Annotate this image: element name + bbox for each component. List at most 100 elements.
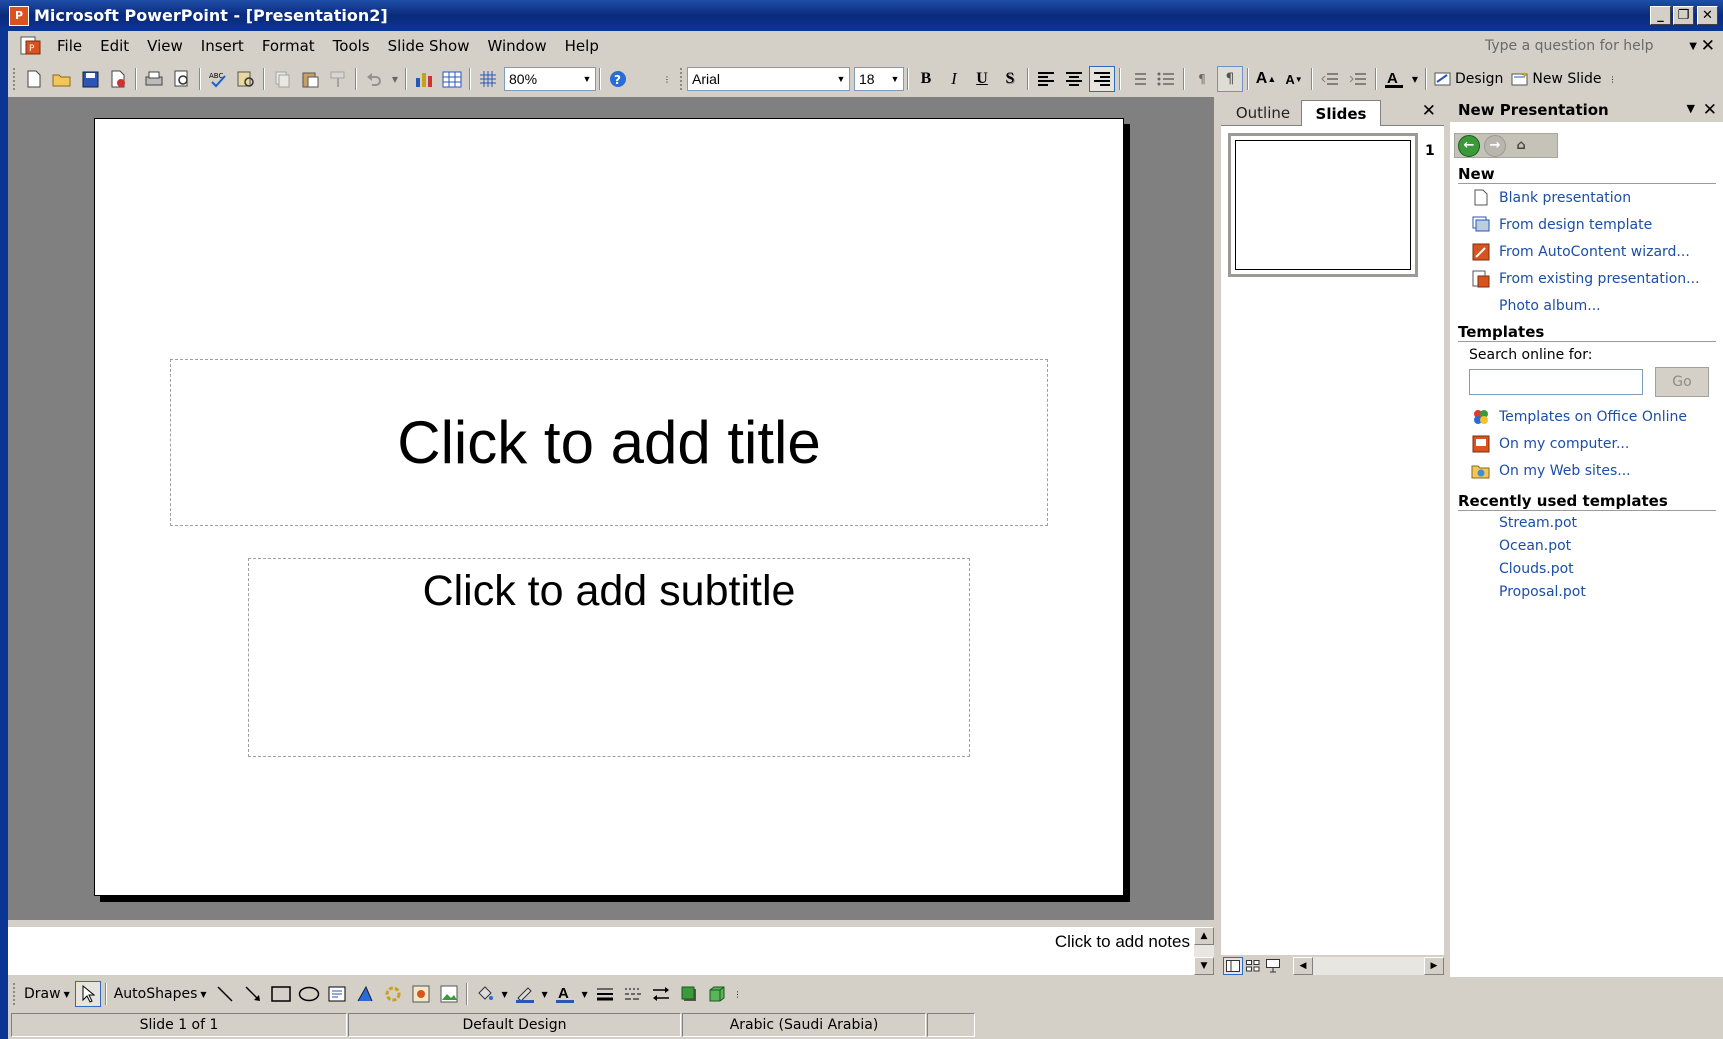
help-search-input[interactable]: Type a question for help ▼ [1485,35,1697,57]
home-icon[interactable]: ⌂ [1510,135,1532,157]
slide-show-view-icon[interactable] [1263,957,1283,975]
photo-album-link[interactable]: Photo album... [1470,292,1723,319]
document-control-icon[interactable]: P [18,35,42,57]
close-document-button[interactable]: ✕ [1701,36,1715,56]
autocontent-wizard-link[interactable]: From AutoContent wizard... [1470,238,1723,265]
existing-presentation-link[interactable]: From existing presentation... [1470,265,1723,292]
menu-slide-show[interactable]: Slide Show [379,37,479,55]
menu-tools[interactable]: Tools [324,37,379,55]
insert-table-icon[interactable] [439,66,465,92]
help-icon[interactable]: ? [605,66,631,92]
line-color-icon[interactable] [512,981,538,1007]
menu-help[interactable]: Help [556,37,608,55]
toolbar-grip[interactable] [680,68,684,90]
notes-splitter[interactable] [8,920,1214,927]
undo-dropdown-icon[interactable]: ▼ [389,66,401,92]
slide-sorter-view-icon[interactable] [1243,957,1263,975]
insert-picture-icon[interactable] [436,981,462,1007]
toolbar-grip[interactable] [13,983,17,1005]
blank-presentation-link[interactable]: Blank presentation [1470,184,1723,211]
recent-template-link[interactable]: Clouds.pot [1499,557,1723,580]
new-slide-button[interactable]: ✦ New Slide [1507,66,1605,92]
line-icon[interactable] [212,981,238,1007]
horizontal-scrollbar[interactable]: ◀ ▶ [1293,957,1444,975]
select-objects-icon[interactable] [74,981,101,1007]
arrow-style-icon[interactable] [648,981,674,1007]
scroll-left-icon[interactable]: ◀ [1293,957,1313,975]
pane-splitter[interactable] [1214,97,1221,977]
toolbar-grip[interactable] [13,68,17,90]
design-template-link[interactable]: From design template [1470,211,1723,238]
toolbar-options-icon[interactable]: ⋮ [1607,66,1619,92]
minimize-button[interactable]: _ [1650,6,1671,25]
notes-scrollbar[interactable]: ▲ ▼ [1194,927,1214,975]
notes-pane[interactable]: Click to add notes ▲ ▼ [8,927,1214,975]
grid-icon[interactable] [475,66,501,92]
fill-color-dropdown-icon[interactable]: ▼ [500,981,510,1007]
slide-canvas[interactable]: Click to add title Click to add subtitle [94,118,1124,896]
go-button[interactable]: Go [1655,367,1709,397]
menu-format[interactable]: Format [253,37,324,55]
decrease-indent-icon[interactable] [1317,66,1343,92]
save-icon[interactable] [77,66,103,92]
chevron-down-icon[interactable]: ▼ [1687,102,1695,115]
menu-edit[interactable]: Edit [91,37,138,55]
new-icon[interactable] [21,66,47,92]
diagram-icon[interactable] [380,981,406,1007]
print-preview-icon[interactable] [169,66,195,92]
menu-insert[interactable]: Insert [192,37,253,55]
toolbar-options-icon[interactable]: ⋮ [660,66,674,92]
spelling-icon[interactable]: ABC [205,66,231,92]
text-box-icon[interactable] [324,981,350,1007]
clip-art-icon[interactable] [408,981,434,1007]
restore-button[interactable]: ❐ [1673,6,1694,25]
dash-style-icon[interactable] [620,981,646,1007]
templates-my-computer-link[interactable]: On my computer... [1470,430,1723,457]
chevron-down-icon[interactable]: ▼ [887,68,903,90]
subtitle-placeholder[interactable]: Click to add subtitle [248,558,970,757]
increase-indent-icon[interactable] [1345,66,1371,92]
templates-office-online-link[interactable]: Templates on Office Online [1470,403,1723,430]
chevron-down-icon[interactable]: ▼ [579,68,595,90]
menu-window[interactable]: Window [478,37,555,55]
decrease-font-icon[interactable]: A ▼ [1281,66,1307,92]
slide-thumbnail[interactable] [1228,133,1418,277]
zoom-select[interactable]: 80% ▼ [504,67,596,91]
align-right-icon[interactable] [1089,66,1115,92]
templates-web-sites-link[interactable]: On my Web sites... [1470,457,1723,484]
chevron-down-icon[interactable]: ▼ [1689,41,1697,52]
toolbar-options-icon[interactable]: ⋮ [732,981,744,1007]
line-style-icon[interactable] [592,981,618,1007]
tab-slides[interactable]: Slides [1301,100,1381,126]
menu-file[interactable]: File [48,37,91,55]
rectangle-icon[interactable] [268,981,294,1007]
font-color-icon[interactable]: A [552,981,578,1007]
print-icon[interactable] [141,66,167,92]
status-design[interactable]: Default Design [348,1013,681,1037]
bold-icon[interactable]: B [913,66,939,92]
increase-font-icon[interactable]: A ▲ [1253,66,1279,92]
rtl-icon[interactable]: ¶ [1217,66,1243,92]
align-left-icon[interactable] [1033,66,1059,92]
bullets-icon[interactable] [1153,66,1179,92]
underline-icon[interactable]: U [969,66,995,92]
italic-icon[interactable]: I [941,66,967,92]
design-button[interactable]: Design [1430,66,1507,92]
line-color-dropdown-icon[interactable]: ▼ [540,981,550,1007]
shadow-style-icon[interactable] [676,981,702,1007]
powerpoint-icon[interactable]: P [9,5,29,26]
font-color-dropdown-icon[interactable]: ▼ [1409,66,1421,92]
template-search-input[interactable] [1469,369,1643,395]
title-placeholder[interactable]: Click to add title [170,359,1048,526]
fill-color-icon[interactable] [472,981,498,1007]
scroll-down-icon[interactable]: ▼ [1194,957,1214,975]
close-icon[interactable]: ✕ [1422,101,1436,121]
oval-icon[interactable] [296,981,322,1007]
undo-icon[interactable] [361,66,387,92]
format-painter-icon[interactable] [325,66,351,92]
insert-chart-icon[interactable] [411,66,437,92]
chevron-down-icon[interactable]: ▼ [833,68,849,90]
font-color-dropdown-icon[interactable]: ▼ [580,981,590,1007]
recent-template-link[interactable]: Proposal.pot [1499,580,1723,603]
research-icon[interactable] [233,66,259,92]
